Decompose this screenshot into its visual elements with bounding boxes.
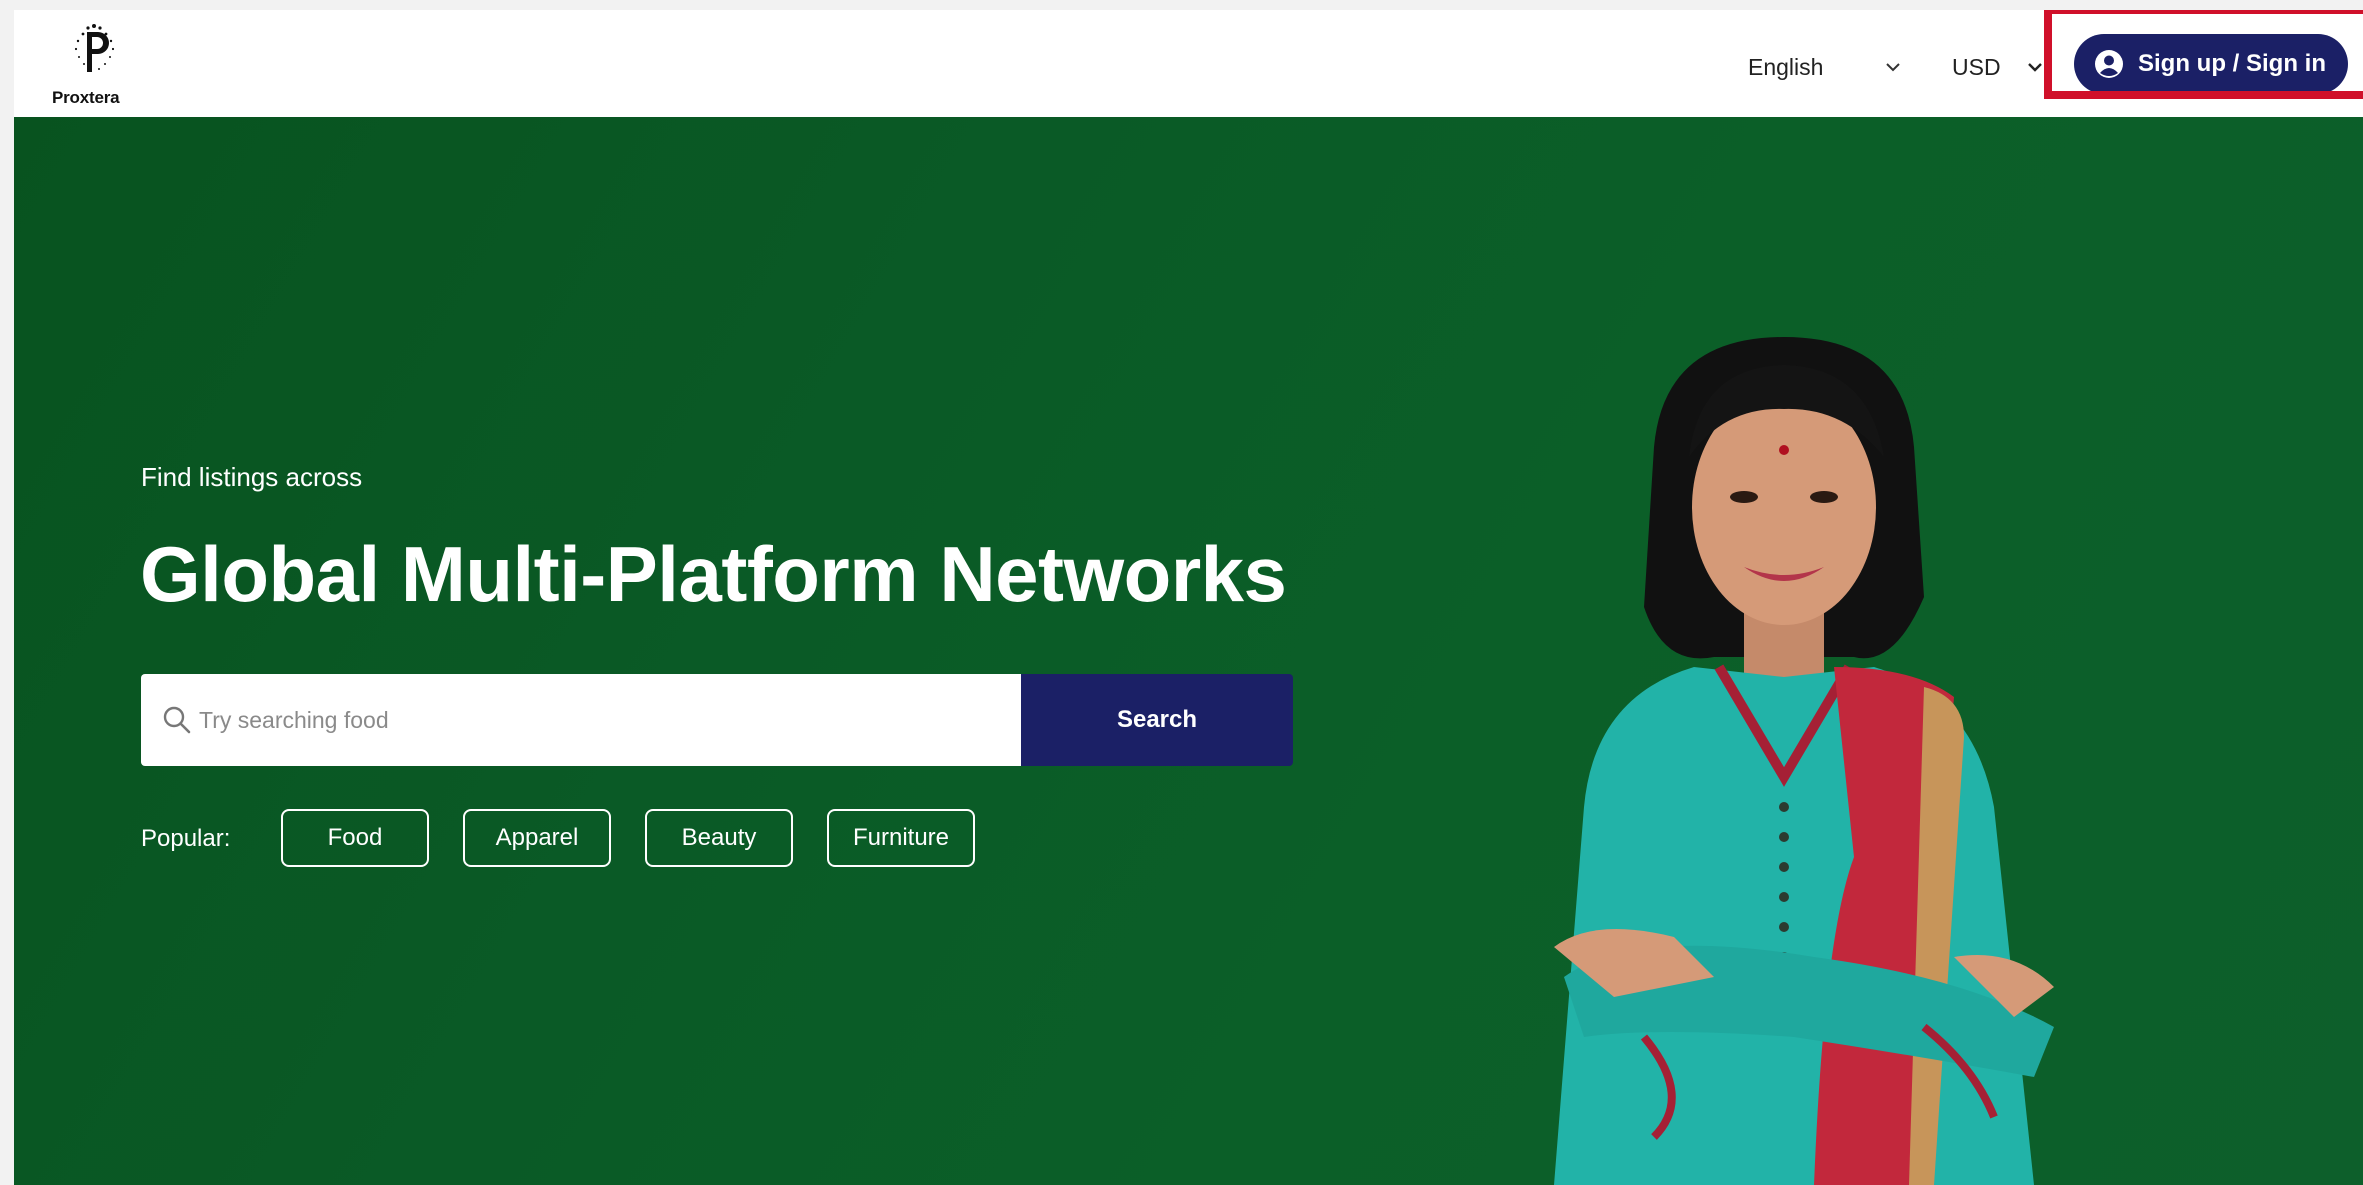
hero-person-image bbox=[1554, 337, 2054, 1185]
sign-in-label: Sign up / Sign in bbox=[2138, 50, 2326, 77]
popular-tags: Popular: Food Apparel Beauty Furniture bbox=[141, 809, 1041, 869]
chip-apparel[interactable]: Apparel bbox=[463, 809, 611, 867]
hero-section: Find listings across Global Multi-Platfo… bbox=[14, 117, 2363, 1185]
chip-furniture[interactable]: Furniture bbox=[827, 809, 975, 867]
logo-text: Proxtera bbox=[52, 88, 120, 107]
popular-label: Popular: bbox=[141, 825, 231, 852]
search-input[interactable] bbox=[199, 674, 1009, 766]
user-circle-icon bbox=[2095, 50, 2123, 78]
chevron-down-icon bbox=[1886, 63, 1900, 72]
page: Proxtera English USD Sign up / Sign in F… bbox=[14, 10, 2363, 1185]
currency-label: USD bbox=[1952, 53, 2001, 80]
chevron-down-icon bbox=[2028, 63, 2042, 72]
hero-subtitle: Find listings across bbox=[141, 462, 363, 492]
language-label: English bbox=[1748, 53, 1824, 80]
chip-beauty[interactable]: Beauty bbox=[645, 809, 793, 867]
search-field[interactable] bbox=[141, 674, 1021, 766]
top-nav: Proxtera English USD Sign up / Sign in bbox=[14, 10, 2363, 117]
chip-food[interactable]: Food bbox=[281, 809, 429, 867]
hero-title: Global Multi-Platform Networks bbox=[140, 530, 1287, 618]
sign-in-button[interactable]: Sign up / Sign in bbox=[2074, 34, 2348, 94]
search-bar: Search bbox=[141, 674, 1293, 766]
search-button[interactable]: Search bbox=[1021, 674, 1293, 766]
language-select[interactable]: English bbox=[1748, 50, 1908, 84]
currency-select[interactable]: USD bbox=[1952, 50, 2042, 84]
search-icon bbox=[163, 706, 191, 734]
proxtera-logo[interactable]: Proxtera bbox=[52, 22, 132, 108]
logo-mark-icon bbox=[74, 24, 115, 72]
